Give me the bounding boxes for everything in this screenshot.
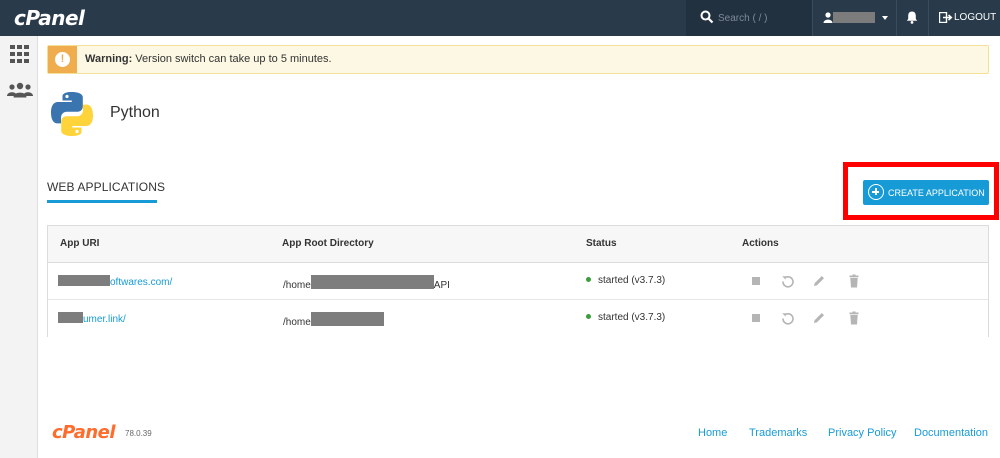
create-application-label: CREATE APPLICATION	[888, 188, 985, 198]
footer-link-trademarks[interactable]: Trademarks	[749, 427, 807, 439]
cpanel-logo[interactable]: cPanel	[14, 6, 85, 30]
applications-table: App URI App Root Directory Status Action…	[47, 225, 989, 337]
status-text: started (v3.7.3)	[598, 275, 666, 286]
redacted-text	[310, 275, 434, 289]
app-uri-link[interactable]: oftwares.com/	[58, 275, 172, 288]
table-row: oftwares.com/ /home API started (v3.7.3)	[48, 263, 988, 300]
exclamation-icon: !	[55, 52, 70, 67]
app-root-prefix: /home	[283, 280, 311, 291]
column-header-status: Status	[586, 238, 617, 249]
redacted-text	[58, 312, 83, 323]
tab-web-applications[interactable]: WEB APPLICATIONS	[47, 180, 165, 202]
status-cell: started (v3.7.3)	[586, 275, 665, 286]
search-box[interactable]	[686, 0, 812, 36]
status-dot-icon	[586, 314, 591, 319]
column-header-actions: Actions	[742, 238, 779, 249]
footer-link-documentation[interactable]: Documentation	[914, 427, 988, 439]
divider	[928, 0, 929, 36]
redacted-text	[310, 312, 384, 326]
app-root-prefix: /home	[283, 317, 311, 328]
active-tab-indicator	[47, 200, 157, 203]
delete-icon[interactable]	[847, 311, 861, 325]
plus-circle-icon	[868, 184, 884, 200]
page-title: Python	[110, 104, 160, 121]
stop-icon[interactable]	[749, 274, 763, 288]
apps-grid-icon[interactable]	[10, 45, 30, 63]
divider	[896, 0, 897, 36]
search-input[interactable]	[718, 9, 804, 27]
notifications-button[interactable]	[900, 0, 924, 36]
edit-icon[interactable]	[812, 311, 826, 325]
app-root-directory: /home	[283, 312, 384, 328]
footer-version: 78.0.39	[125, 429, 152, 438]
warning-label: Warning:	[85, 53, 133, 65]
table-row: umer.link/ /home started (v3.7.3)	[48, 300, 988, 337]
table-header: App URI App Root Directory Status Action…	[48, 226, 988, 263]
redacted-text	[58, 275, 110, 286]
warning-message: Version switch can take up to 5 minutes.	[132, 53, 332, 65]
logout-icon	[939, 12, 953, 23]
status-text: started (v3.7.3)	[598, 312, 666, 323]
logout-button[interactable]: LOGOUT	[934, 0, 1000, 36]
status-dot-icon	[586, 277, 591, 282]
footer-cpanel-logo[interactable]: cPanel	[52, 422, 116, 443]
warning-alert: ! Warning: Version switch can take up to…	[47, 45, 989, 74]
username-redacted	[833, 12, 875, 23]
app-uri-text: oftwares.com/	[110, 277, 173, 288]
python-logo-icon	[51, 92, 93, 136]
restart-icon[interactable]	[781, 274, 795, 288]
app-root-directory: /home API	[283, 275, 450, 291]
chevron-down-icon	[882, 16, 888, 20]
warning-strip: !	[48, 46, 77, 73]
app-root-suffix: API	[433, 280, 450, 291]
divider	[812, 0, 813, 36]
sidebar	[0, 36, 38, 458]
footer-link-privacy-policy[interactable]: Privacy Policy	[828, 427, 896, 439]
user-menu[interactable]	[820, 0, 896, 36]
bell-icon	[906, 11, 918, 24]
app-uri-link[interactable]: umer.link/	[58, 312, 126, 325]
top-navbar: cPanel LOGOUT	[0, 0, 1000, 36]
delete-icon[interactable]	[847, 274, 861, 288]
create-application-button[interactable]: CREATE APPLICATION	[863, 180, 989, 205]
app-uri-text: umer.link/	[83, 314, 126, 325]
user-icon	[823, 12, 833, 23]
status-cell: started (v3.7.3)	[586, 312, 665, 323]
logout-label: LOGOUT	[954, 12, 997, 23]
warning-text: Warning: Version switch can take up to 5…	[85, 53, 332, 65]
search-icon	[700, 10, 714, 24]
users-icon[interactable]	[7, 82, 33, 98]
column-header-uri: App URI	[60, 238, 100, 249]
column-header-root: App Root Directory	[282, 238, 374, 249]
stop-icon[interactable]	[749, 311, 763, 325]
footer-link-home[interactable]: Home	[698, 427, 727, 439]
restart-icon[interactable]	[781, 311, 795, 325]
edit-icon[interactable]	[812, 274, 826, 288]
